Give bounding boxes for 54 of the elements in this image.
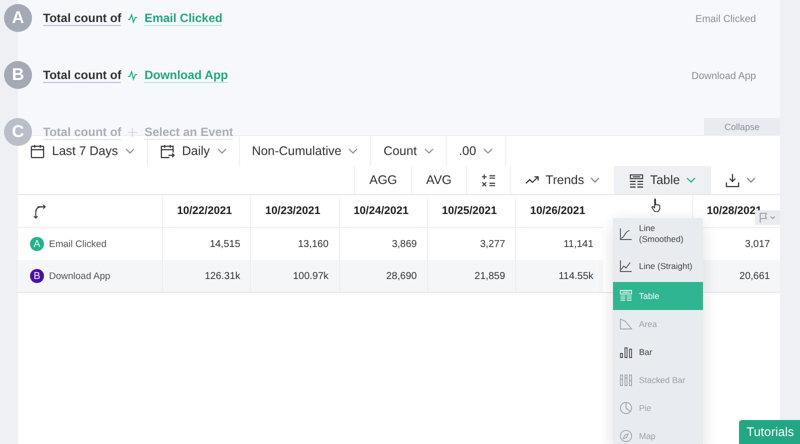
column-header: 10/23/2021 <box>250 195 339 228</box>
chevron-down-icon <box>590 177 600 183</box>
bar-chart-icon <box>619 345 633 359</box>
toolbar-dropdown[interactable]: Daily <box>148 136 240 166</box>
hand-cursor-icon <box>650 197 663 213</box>
table-cell: 126.31k <box>162 260 250 292</box>
table-chart-icon <box>619 289 633 303</box>
plus-icon <box>127 127 138 138</box>
aggregation-link[interactable]: Total count of <box>43 6 122 26</box>
column-header: 10/22/2021 <box>162 195 250 228</box>
series-badge: A <box>30 237 44 251</box>
toolbar-dropdown[interactable]: Count <box>371 136 447 166</box>
calendar-arrow-icon <box>160 144 176 158</box>
row-label: Email Clicked <box>49 238 107 250</box>
column-header: 10/26/2021 <box>515 195 604 228</box>
toolbar-dropdown[interactable]: .00 <box>446 136 506 166</box>
table-cell: 114.55k <box>515 260 604 292</box>
stacked-chart-icon <box>619 373 633 387</box>
table-icon <box>629 172 644 188</box>
table-cell: 21,859 <box>426 260 516 292</box>
row-label: Download App <box>49 270 110 282</box>
download-icon <box>725 172 740 188</box>
aggregate-button[interactable]: AVG <box>411 166 466 194</box>
column-header: 10/25/2021 <box>426 195 516 228</box>
table-cell: 28,690 <box>338 260 427 292</box>
chevron-down-icon <box>686 177 696 183</box>
area-chart-icon <box>619 317 633 331</box>
chevron-down-icon <box>483 148 494 154</box>
aggregation-link[interactable]: Total count of <box>43 63 122 83</box>
calendar-icon <box>30 144 45 158</box>
table-dropdown[interactable]: Table <box>614 166 710 194</box>
pie-chart-icon <box>619 401 633 415</box>
pulse-icon <box>127 70 138 81</box>
chevron-down-icon <box>348 148 358 154</box>
series-label: Email Clicked <box>695 13 756 25</box>
aggregate-button[interactable]: AGG <box>354 166 412 194</box>
toolbar-dropdown[interactable]: Last 7 Days <box>18 136 148 166</box>
table-cell: 100.97k <box>250 260 339 292</box>
toolbar-dropdown[interactable]: Non-Cumulative <box>240 136 372 166</box>
column-header: 10/24/2021 <box>338 195 427 228</box>
series-badge: B <box>30 269 44 283</box>
chart-type-option[interactable]: Bar <box>613 338 703 366</box>
line-smooth-chart-icon <box>619 227 633 241</box>
line-straight-chart-icon <box>619 259 633 273</box>
query-letter-badge: A <box>4 4 32 32</box>
chevron-down-icon <box>125 148 136 154</box>
pulse-icon <box>127 13 138 24</box>
chevron-down-icon <box>746 177 756 183</box>
chevron-down-icon <box>216 148 227 154</box>
formula-icon <box>480 172 496 188</box>
series-label: Download App <box>692 70 756 82</box>
query-letter-badge: B <box>4 61 32 89</box>
query-letter-badge: C <box>4 118 32 146</box>
chevron-down-icon <box>424 148 434 154</box>
